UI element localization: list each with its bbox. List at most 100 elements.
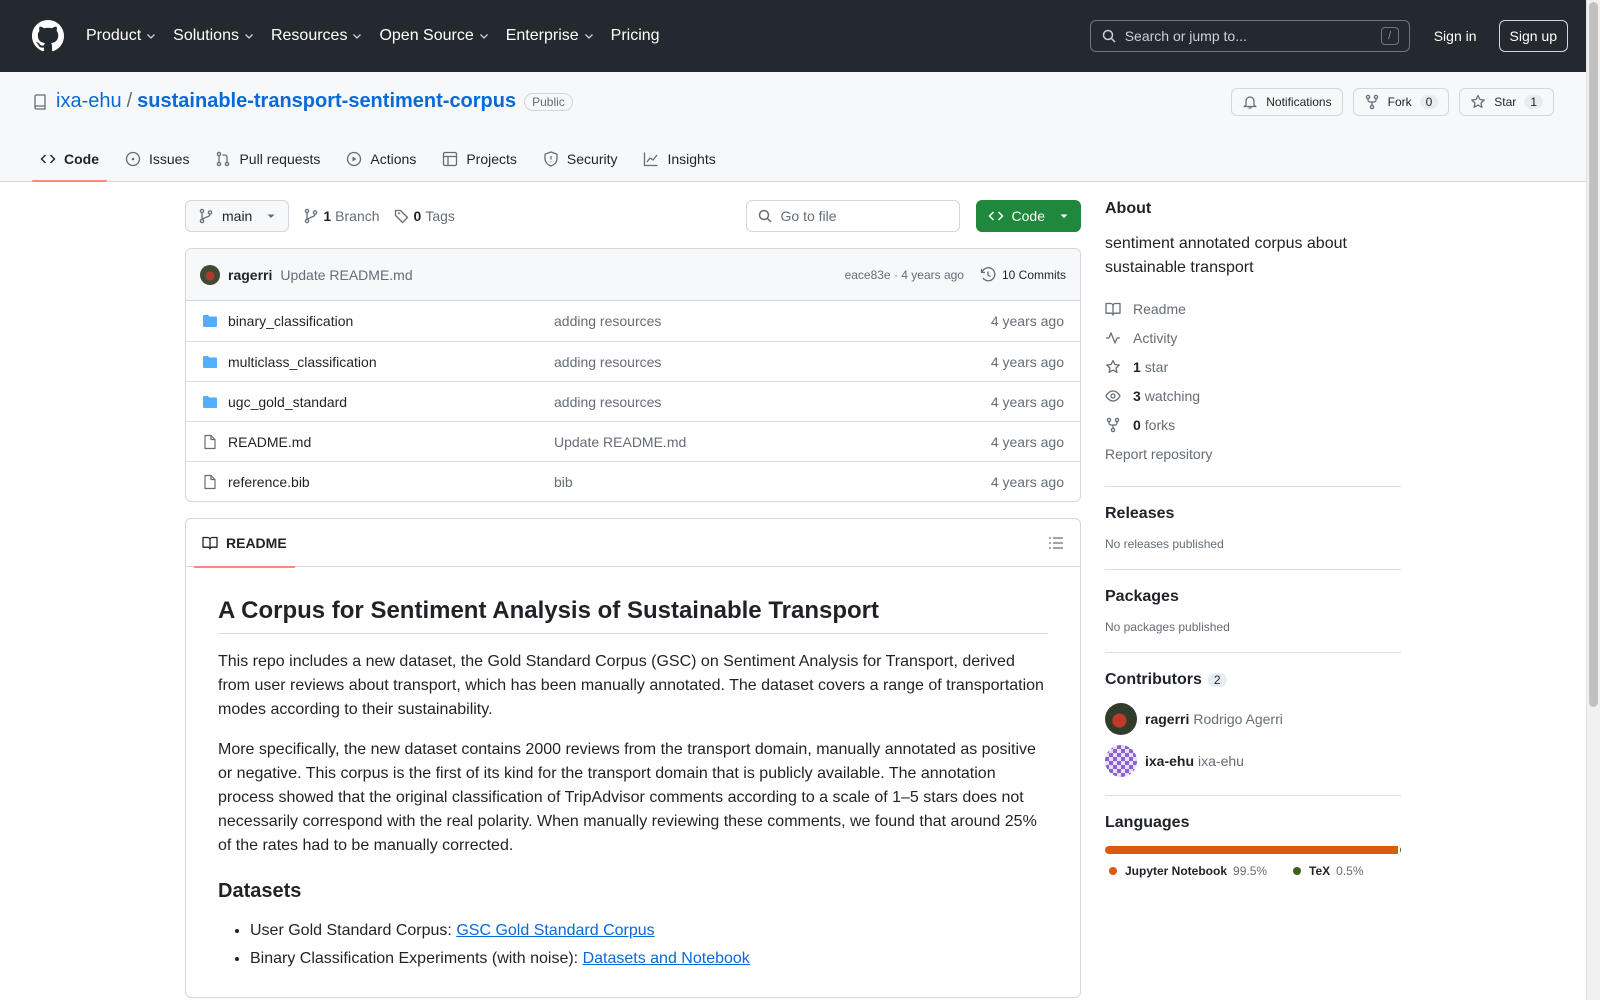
book-icon xyxy=(1105,302,1121,316)
file-name-link[interactable]: binary_classification xyxy=(228,313,554,329)
nav-resources[interactable]: Resources xyxy=(271,27,363,45)
table-row[interactable]: README.md Update README.md 4 years ago xyxy=(186,421,1080,461)
watchers-link[interactable]: 3 watching xyxy=(1105,381,1401,410)
report-repository-link[interactable]: Report repository xyxy=(1105,439,1401,468)
pull-request-icon xyxy=(217,151,230,167)
page-scrollbar[interactable] xyxy=(1586,0,1600,1000)
caret-down-icon xyxy=(267,214,275,218)
list-outline-icon[interactable] xyxy=(1048,535,1064,551)
notifications-button[interactable]: Notifications xyxy=(1231,88,1343,116)
global-header: Product Solutions Resources Open Source … xyxy=(0,0,1600,72)
language-name: Jupyter Notebook xyxy=(1125,864,1228,878)
tab-issues[interactable]: Issues xyxy=(117,151,197,181)
dataset-link[interactable]: Datasets and Notebook xyxy=(583,950,750,967)
tab-security[interactable]: Security xyxy=(535,151,626,181)
packages-heading[interactable]: Packages xyxy=(1105,588,1401,606)
nav-open-source[interactable]: Open Source xyxy=(379,27,489,45)
commits-link[interactable]: 10 Commits xyxy=(980,266,1066,283)
repo-header: ixa-ehu / sustainable-transport-sentimen… xyxy=(0,72,1600,182)
nav-enterprise[interactable]: Enterprise xyxy=(506,27,595,45)
file-commit-message[interactable]: bib xyxy=(554,474,991,490)
forks-link[interactable]: 0 forks xyxy=(1105,410,1401,439)
tag-icon xyxy=(394,209,408,224)
table-icon xyxy=(443,151,458,167)
contributor-item[interactable]: ragerri Rodrigo Agerri xyxy=(1105,703,1401,735)
file-commit-message[interactable]: adding resources xyxy=(554,354,991,370)
file-name-link[interactable]: README.md xyxy=(228,434,554,450)
nav-pricing[interactable]: Pricing xyxy=(611,27,660,45)
sign-up-button[interactable]: Sign up xyxy=(1498,20,1568,52)
branches-link[interactable]: 1 Branch xyxy=(303,208,380,224)
language-bar-segment xyxy=(1105,846,1398,854)
dataset-link[interactable]: GSC Gold Standard Corpus xyxy=(456,922,654,939)
file-commit-date: 4 years ago xyxy=(990,393,1064,410)
tab-code[interactable]: Code xyxy=(32,151,107,182)
contributors-count: 2 xyxy=(1207,673,1227,687)
readme-link[interactable]: Readme xyxy=(1105,294,1401,323)
github-logo-icon[interactable] xyxy=(32,20,64,52)
table-row[interactable]: binary_classification adding resources 4 y… xyxy=(186,301,1080,341)
issue-icon xyxy=(125,151,141,167)
caret-down-icon xyxy=(1060,214,1068,218)
language-color-dot xyxy=(1109,867,1117,875)
repo-separator: / xyxy=(126,90,133,112)
folder-icon xyxy=(203,355,217,368)
search-input[interactable]: Search or jump to... / xyxy=(1089,20,1410,52)
table-row[interactable]: multiclass_classification adding resource… xyxy=(186,341,1080,381)
file-commit-date: 4 years ago xyxy=(990,433,1064,450)
languages-heading: Languages xyxy=(1105,814,1190,831)
file-commit-message[interactable]: adding resources xyxy=(554,313,991,329)
tab-actions[interactable]: Actions xyxy=(338,151,424,181)
activity-link[interactable]: Activity xyxy=(1105,323,1401,352)
repo-description: sentiment annotated corpus about sustain… xyxy=(1105,235,1347,276)
avatar[interactable] xyxy=(1105,703,1137,735)
readme-paragraph: More specifically, the new dataset conta… xyxy=(218,741,1037,854)
code-dropdown-button[interactable]: Code xyxy=(975,200,1081,232)
table-row[interactable]: reference.bib bib 4 years ago xyxy=(186,461,1080,501)
commit-message[interactable]: Update README.md xyxy=(280,267,412,283)
releases-heading[interactable]: Releases xyxy=(1105,505,1401,523)
sign-in-link[interactable]: Sign in xyxy=(1434,28,1477,44)
language-item[interactable]: TeX 0.5% xyxy=(1289,864,1364,878)
go-to-file-input[interactable]: Go to file xyxy=(745,200,960,232)
contributors-heading[interactable]: Contributors 2 xyxy=(1105,671,1401,689)
file-commit-message[interactable]: adding resources xyxy=(554,394,991,410)
file-commit-date: 4 years ago xyxy=(990,313,1064,329)
table-row[interactable]: ugc_gold_standard adding resources 4 years… xyxy=(186,381,1080,421)
file-name-link[interactable]: multiclass_classification xyxy=(228,354,554,370)
fork-icon xyxy=(1106,417,1120,432)
releases-empty: No releases published xyxy=(1105,537,1224,551)
commit-author[interactable]: ragerri xyxy=(228,267,272,283)
file-list: binary_classification adding resources 4 y… xyxy=(186,301,1080,501)
latest-commit-bar: ragerri Update README.md eace83e · 4 yea… xyxy=(186,249,1080,301)
branch-selector[interactable]: main xyxy=(185,200,290,232)
language-item[interactable]: Jupyter Notebook 99.5% xyxy=(1105,864,1267,878)
bell-icon xyxy=(1243,96,1258,109)
nav-product[interactable]: Product xyxy=(86,27,157,45)
branch-icon xyxy=(305,208,318,224)
file-commit-message[interactable]: Update README.md xyxy=(554,434,991,450)
star-button[interactable]: Star 1 xyxy=(1459,88,1554,116)
folder-icon-wrap xyxy=(202,394,218,410)
scrollbar-thumb[interactable] xyxy=(1589,2,1598,707)
repo-owner-link[interactable]: ixa-ehu xyxy=(56,90,122,113)
contributor-item[interactable]: ixa-ehu ixa-ehu xyxy=(1105,745,1401,777)
nav-solutions[interactable]: Solutions xyxy=(173,27,255,45)
tab-projects[interactable]: Projects xyxy=(434,151,525,181)
file-name-link[interactable]: reference.bib xyxy=(228,474,554,490)
repo-name-link[interactable]: sustainable-transport-sentiment-corpus xyxy=(137,90,516,113)
avatar[interactable] xyxy=(200,264,220,285)
readme-title: A Corpus for Sentiment Analysis of Susta… xyxy=(218,597,1048,634)
readme-body: A Corpus for Sentiment Analysis of Susta… xyxy=(186,567,1080,997)
tab-pull-requests[interactable]: Pull requests xyxy=(207,151,328,181)
tab-insights[interactable]: Insights xyxy=(635,151,723,181)
file-name-link[interactable]: ugc_gold_standard xyxy=(228,394,554,410)
stars-link[interactable]: 1 star xyxy=(1105,352,1401,381)
fork-button[interactable]: Fork 0 xyxy=(1352,88,1450,116)
avatar[interactable] xyxy=(1105,745,1137,777)
tags-link[interactable]: 0 Tags xyxy=(394,208,455,224)
folder-icon-wrap xyxy=(202,313,218,329)
commit-meta[interactable]: eace83e · 4 years ago xyxy=(845,268,964,282)
readme-tab[interactable]: README xyxy=(194,519,295,568)
fork-count: 0 xyxy=(1419,95,1439,109)
